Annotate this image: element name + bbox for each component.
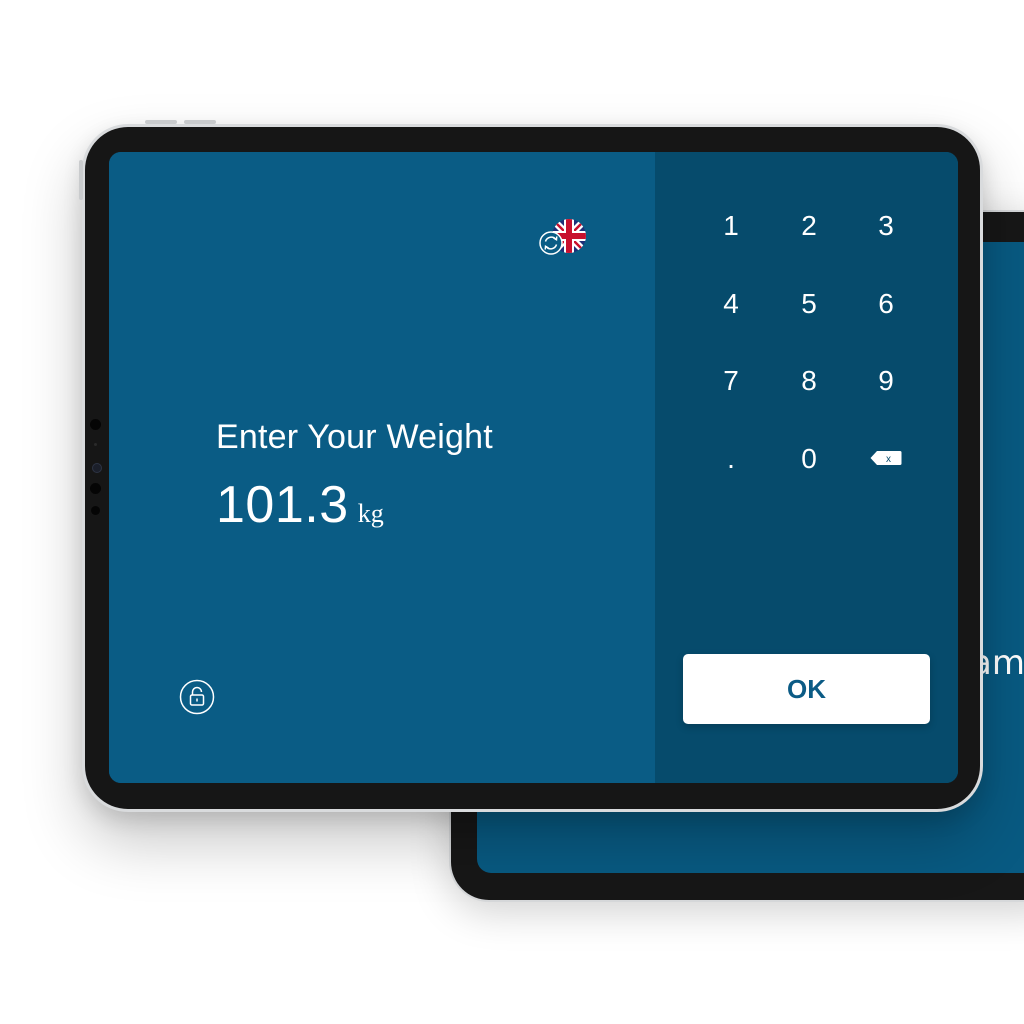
key-9[interactable]: 9	[856, 356, 916, 406]
key-0[interactable]: 0	[779, 434, 839, 484]
key-2[interactable]: 2	[779, 201, 839, 251]
key-7[interactable]: 7	[701, 356, 761, 406]
key-8[interactable]: 8	[779, 356, 839, 406]
backspace-label: x	[886, 454, 891, 465]
key-decimal[interactable]: .	[701, 434, 761, 484]
key-3[interactable]: 3	[856, 201, 916, 251]
weight-display: 101.3 kg	[216, 475, 384, 535]
key-6[interactable]: 6	[856, 279, 916, 329]
tablet-top-button-2	[184, 120, 216, 124]
tablet-screen: Enter Your Weight 101.3 kg 1 2 3 4 5 6 7…	[109, 152, 958, 783]
camera-sensor	[90, 483, 101, 494]
weight-entry-pane: Enter Your Weight 101.3 kg	[109, 152, 655, 783]
key-5[interactable]: 5	[779, 279, 839, 329]
camera-sensor	[90, 419, 101, 430]
weight-unit: kg	[357, 499, 384, 528]
key-1[interactable]: 1	[701, 201, 761, 251]
app-stage: am Enter Your Weight 101.3 kg 1 2 3 4 5 …	[0, 0, 1024, 1024]
lock-button[interactable]	[179, 679, 215, 715]
tablet-side-button	[79, 160, 83, 200]
key-4[interactable]: 4	[701, 279, 761, 329]
language-switch-button[interactable]	[537, 218, 589, 258]
camera-lens	[92, 463, 102, 473]
numeric-keypad-pane: 1 2 3 4 5 6 7 8 9 . 0 x OK	[655, 152, 958, 783]
tablet-top-button-1	[145, 120, 177, 124]
camera-sensor	[91, 506, 100, 515]
backspace-icon: x	[870, 451, 902, 465]
weight-value: 101.3	[216, 476, 349, 534]
uk-flag-refresh-icon	[539, 219, 586, 255]
backspace-button[interactable]: x	[856, 433, 916, 483]
lock-icon	[179, 679, 215, 715]
weight-prompt-heading: Enter Your Weight	[216, 418, 493, 456]
camera-sensor	[94, 443, 97, 446]
ok-button[interactable]: OK	[683, 654, 930, 724]
